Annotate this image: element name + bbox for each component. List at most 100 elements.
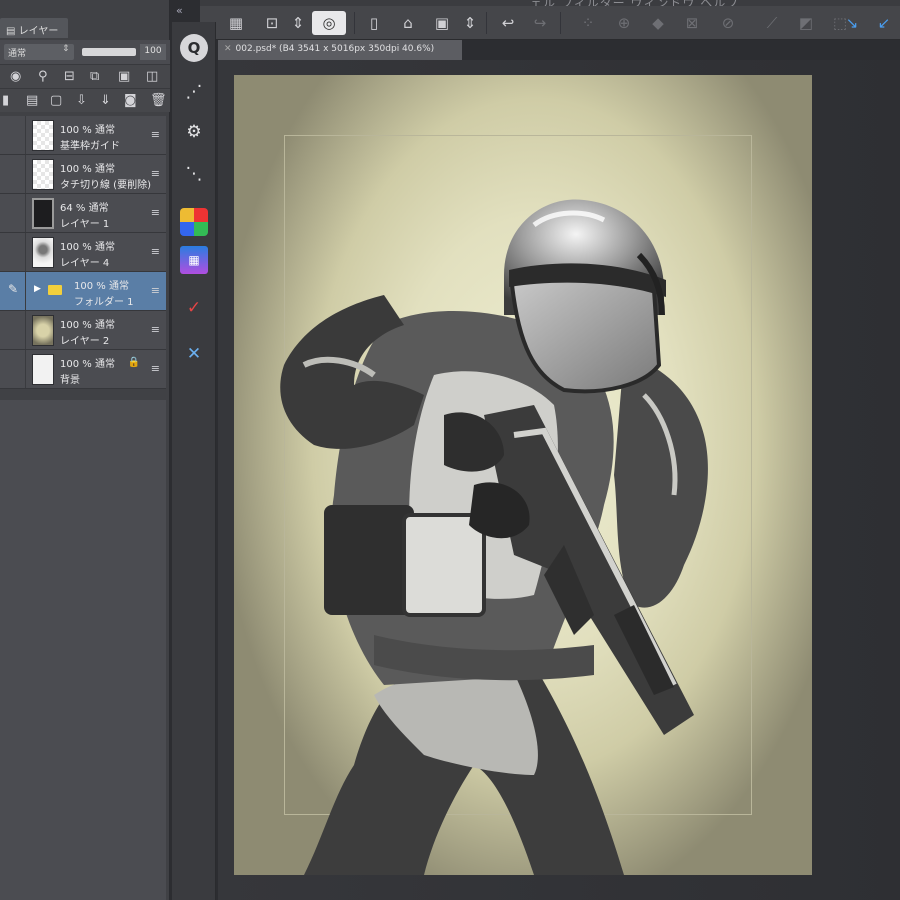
layer-name: レイヤー 4	[60, 258, 110, 269]
draft-icon[interactable]: ◫	[146, 69, 158, 84]
toolbar-separator	[486, 12, 487, 34]
layer-row-layer4[interactable]: 100 % 通常 レイヤー 4 ≡	[0, 233, 166, 272]
new-vector-layer-icon[interactable]: ▤	[26, 93, 38, 108]
edit-pen-icon: ✎	[8, 282, 19, 296]
new-raster-layer-icon[interactable]: ▮	[2, 93, 9, 108]
layer-panel-tab[interactable]: ▤ レイヤー	[0, 18, 68, 38]
chevron-updown-icon: ⇕	[62, 44, 70, 54]
move-view-icon[interactable]: ⊡	[260, 11, 284, 35]
snap-grid-icon[interactable]: ↙	[872, 11, 896, 35]
layer-menu-icon[interactable]: ≡	[151, 284, 160, 297]
opacity-slider[interactable]	[82, 48, 136, 56]
visibility-toggle[interactable]	[0, 233, 26, 271]
layer-menu-icon[interactable]: ≡	[151, 167, 160, 180]
visibility-toggle[interactable]: ✎	[0, 272, 26, 310]
crop-icon[interactable]: ◩	[794, 11, 818, 35]
brush-tool-icon[interactable]: ⋰	[180, 78, 208, 106]
visibility-toggle[interactable]	[0, 311, 26, 349]
layer-opacity-mode: 100 % 通常	[60, 242, 115, 253]
layer-name: 基準枠ガイド	[60, 141, 120, 152]
layer-name: タチ切り線 (要削除)	[60, 180, 151, 191]
visibility-toggle[interactable]	[0, 116, 26, 154]
new-folder-icon[interactable]: ▢	[50, 93, 62, 108]
layer-name: レイヤー 1	[60, 219, 110, 230]
red-pen-icon[interactable]: ✓	[180, 294, 208, 322]
mask-icon[interactable]: ⚲	[38, 69, 48, 84]
grid-icon[interactable]: ▦	[224, 11, 248, 35]
visibility-toggle[interactable]	[0, 350, 26, 388]
folder-expand-icon[interactable]: ▶	[34, 284, 41, 294]
layer-command-row: ▮ ▤ ▢ ⇩ ⇓ ◙ 🗑	[0, 88, 170, 112]
spin-icon[interactable]: ◎	[312, 11, 346, 35]
layer-opacity-mode: 100 % 通常	[60, 125, 115, 136]
folder-icon	[48, 285, 62, 295]
visibility-toggle[interactable]	[0, 194, 26, 232]
color-set-icon[interactable]	[180, 208, 208, 236]
layer-row-background[interactable]: 100 % 通常 背景 🔒 ≡	[0, 350, 166, 389]
invert-icon[interactable]: ⟋	[760, 11, 784, 35]
command-bar: ▦ ⊡ ⇕ ◎ ▯ ⌂ ▣ ⇕ ↩ ↪ ⁘ ⊕ ◆ ⊠ ⊘ ⟋ ◩ ⬚ ↘ ↙	[200, 6, 900, 40]
visibility-toggle[interactable]	[0, 155, 26, 193]
layer-opacity-mode: 100 % 通常	[60, 320, 115, 331]
layer-opacity-mode: 100 % 通常	[60, 164, 115, 175]
layer-list-empty-area	[0, 400, 166, 900]
select-all-icon[interactable]: ⁘	[576, 11, 600, 35]
snap-ruler-icon[interactable]: ↘	[840, 11, 864, 35]
layer-menu-icon[interactable]: ≡	[151, 245, 160, 258]
gear-icon[interactable]: ⚙	[180, 118, 208, 146]
opacity-value[interactable]: 100	[140, 44, 166, 60]
layer-opacity-mode: 64 % 通常	[60, 203, 109, 214]
layer-tab-label: レイヤー	[18, 26, 59, 37]
document-tab[interactable]: ✕ 002.psd* (B4 3541 x 5016px 350dpi 40.6%…	[218, 40, 462, 60]
search-icon[interactable]: Q	[180, 34, 208, 62]
layer-menu-icon[interactable]: ≡	[151, 323, 160, 336]
command-tool-strip: Q ⋰ ⚙ ⋱ ▦ ✓ ✕	[172, 22, 216, 900]
open-file-icon[interactable]: ⌂	[396, 11, 420, 35]
redo-icon[interactable]: ↪	[528, 11, 552, 35]
chevron-updown-icon[interactable]: ⇕	[458, 11, 482, 35]
deselect-icon[interactable]: ⊘	[716, 11, 740, 35]
layer-row-layer1[interactable]: 64 % 通常 レイヤー 1 ≡	[0, 194, 166, 233]
layer-eye-icon[interactable]: ◉	[10, 69, 21, 84]
animation-icon[interactable]: ▦	[180, 246, 208, 274]
layer-thumbnail	[32, 120, 54, 151]
layer-thumbnail	[32, 354, 54, 385]
document-title: 002.psd* (B4 3541 x 5016px 350dpi 40.6%)	[235, 44, 435, 54]
layer-sync-icon[interactable]: ⋱	[180, 160, 208, 188]
layer-property-row: ◉ ⚲ ⊟ ⧉ ▣ ◫	[0, 64, 170, 88]
paper-canvas[interactable]	[234, 75, 812, 875]
layer-menu-icon[interactable]: ≡	[151, 362, 160, 375]
layer-thumbnail	[32, 315, 54, 346]
reference-icon[interactable]: ▣	[118, 69, 130, 84]
layer-panel: ▤ レイヤー 通常 ⇕ 100 ◉ ⚲ ⊟ ⧉ ▣ ◫ ▮ ▤ ▢ ⇩ ⇓ ◙ …	[0, 0, 170, 900]
clip-icon[interactable]: ⧉	[90, 69, 99, 84]
layer-name: フォルダー 1	[74, 297, 134, 308]
layer-row-trim[interactable]: 100 % 通常 タチ切り線 (要削除) ≡	[0, 155, 166, 194]
delete-layer-icon[interactable]: 🗑	[150, 93, 167, 108]
merge-down-icon[interactable]: ⇓	[100, 93, 111, 108]
lock-icon[interactable]: 🔒	[128, 357, 140, 368]
collapse-panel-icon[interactable]: «	[176, 4, 183, 17]
layer-menu-icon[interactable]: ≡	[151, 128, 160, 141]
save-icon[interactable]: ▣	[430, 11, 454, 35]
mesh-icon[interactable]: ⊠	[680, 11, 704, 35]
transfer-down-icon[interactable]: ⇩	[76, 93, 87, 108]
blend-row: 通常 ⇕ 100	[0, 40, 170, 64]
layer-opacity-mode: 100 % 通常	[60, 359, 115, 370]
soldier-illustration	[280, 199, 708, 875]
transform-icon[interactable]: ⊕	[612, 11, 636, 35]
layer-name: レイヤー 2	[60, 336, 110, 347]
transform-tool-icon[interactable]: ✕	[180, 340, 208, 368]
layer-row-layer2[interactable]: 100 % 通常 レイヤー 2 ≡	[0, 311, 166, 350]
updown-icon[interactable]: ⇕	[286, 11, 310, 35]
layer-mask-icon[interactable]: ◙	[124, 93, 137, 108]
layer-row-folder1[interactable]: ✎ ▶ 100 % 通常 フォルダー 1 ≡	[0, 272, 166, 311]
lock-layer-icon[interactable]: ⊟	[64, 69, 75, 84]
close-icon[interactable]: ✕	[224, 44, 232, 54]
fill-icon[interactable]: ◆	[646, 11, 670, 35]
new-file-icon[interactable]: ▯	[362, 11, 386, 35]
undo-icon[interactable]: ↩	[496, 11, 520, 35]
layer-list: 100 % 通常 基準枠ガイド ≡ 100 % 通常 タチ切り線 (要削除) ≡…	[0, 116, 166, 389]
layer-menu-icon[interactable]: ≡	[151, 206, 160, 219]
layer-row-guide[interactable]: 100 % 通常 基準枠ガイド ≡	[0, 116, 166, 155]
